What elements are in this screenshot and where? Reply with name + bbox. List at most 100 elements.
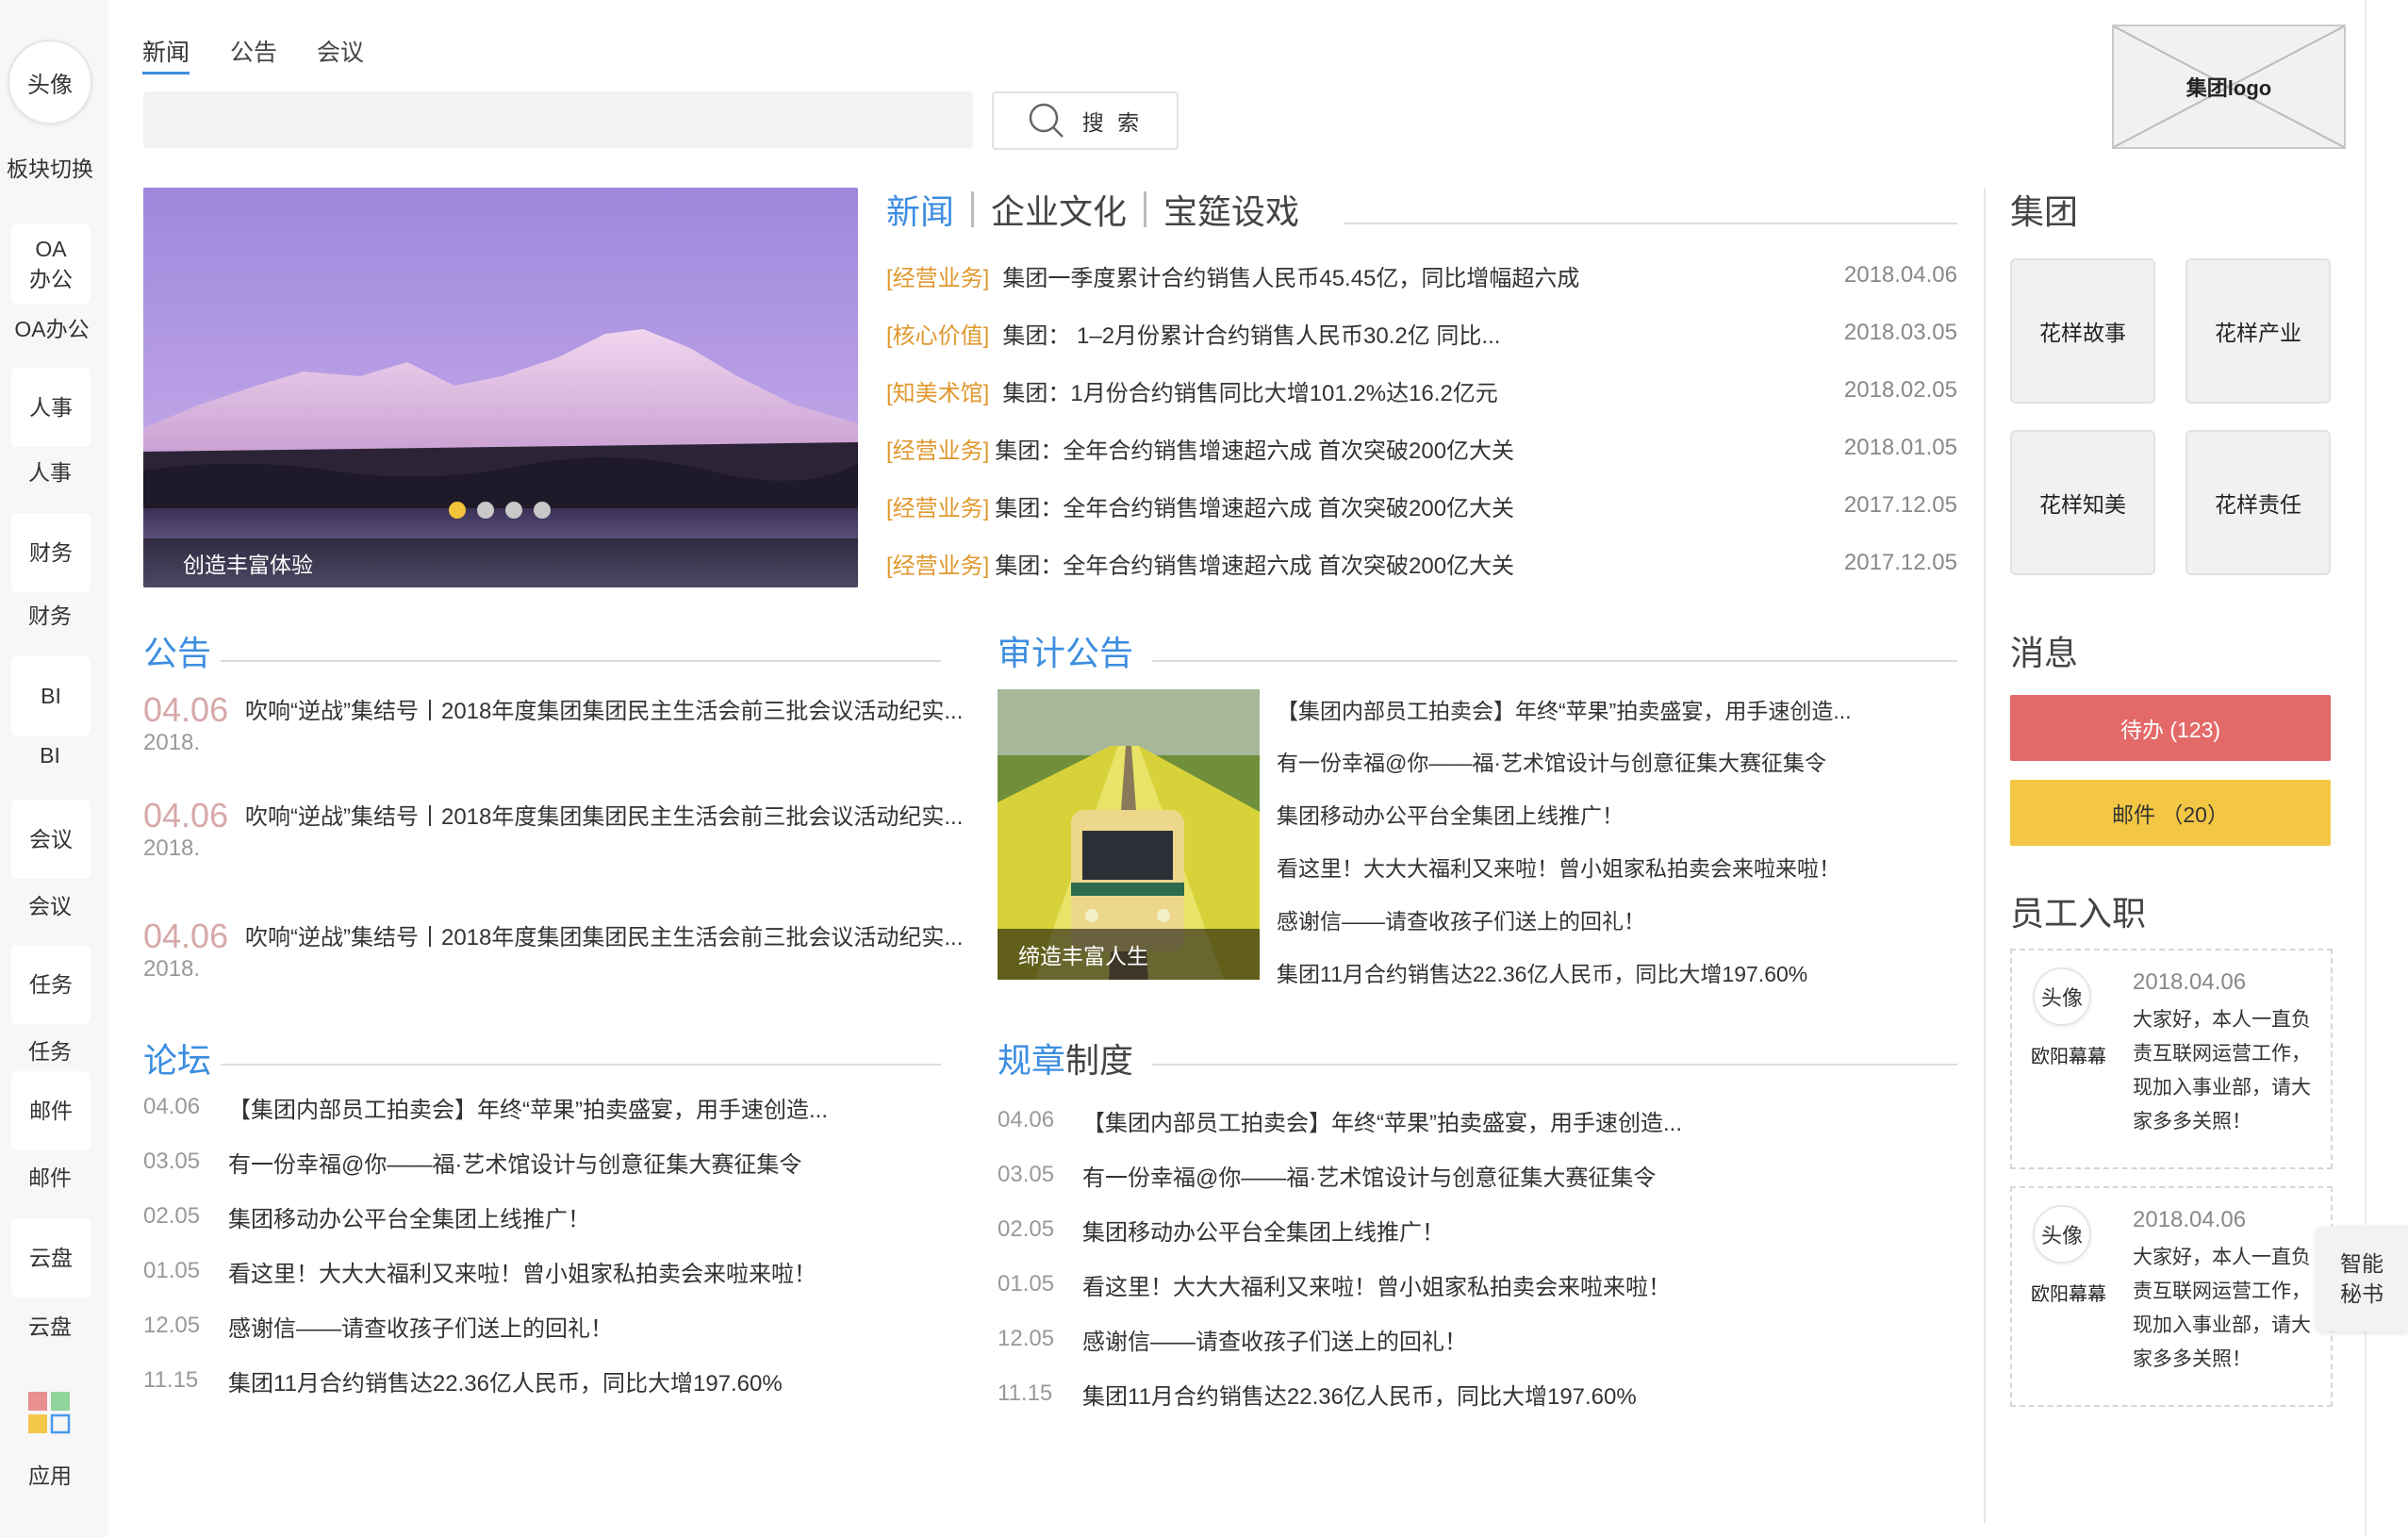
rail-bi-label[interactable]: BI <box>0 743 104 768</box>
news-tab-news[interactable]: 新闻 <box>886 185 954 234</box>
rail-meeting-box[interactable]: 会议 <box>11 800 91 879</box>
carousel-dot-2[interactable] <box>477 502 494 519</box>
search-input[interactable] <box>143 91 973 148</box>
smart-assistant-button[interactable]: 智能秘书 <box>2316 1226 2408 1331</box>
forum-list: 04.06 【集团内部员工拍卖会】年终“苹果”拍卖盛宴，用手速创造... 03.0… <box>143 1088 828 1399</box>
audit-image[interactable]: 缔造丰富人生 <box>998 689 1260 980</box>
employee-card[interactable]: 头像 欧阳幕幕 2018.04.06 大家好，本人一直负责互联网运营工作，现加入… <box>2010 949 2333 1169</box>
carousel-dot-4[interactable] <box>534 502 551 519</box>
rail-task-box[interactable]: 任务 <box>11 945 91 1024</box>
apps-label[interactable]: 应用 <box>0 1458 104 1490</box>
group-logo: 集团logo <box>2112 25 2346 149</box>
search-button-label: 搜 索 <box>1081 110 1144 135</box>
news-row[interactable]: [核心价值] 集团： 1–2月份累计合约销售人民币30.2亿 同比... 201… <box>886 314 1957 352</box>
news-tab-bar: 新闻 企业文化 宝筵设戏 <box>886 185 1299 234</box>
rules-item[interactable]: 02.05 集团移动办公平台全集团上线推广！ <box>998 1211 1682 1248</box>
messages-title: 消息 <box>2010 634 2079 672</box>
news-tab-culture[interactable]: 企业文化 <box>991 185 1127 234</box>
announcement-item[interactable]: 04.06 2018. 吹响“逆战”集结号丨2018年度集团集团民主生活会前三批… <box>143 917 963 1001</box>
news-tag: [经营业务] <box>886 265 990 291</box>
search-button[interactable]: 搜 索 <box>992 91 1179 150</box>
rules-item[interactable]: 03.05 有一份幸福@你——福·艺术馆设计与创意征集大赛征集令 <box>998 1156 1682 1194</box>
search-icon <box>1029 103 1064 138</box>
top-tab-news[interactable]: 新闻 <box>142 34 190 74</box>
rail-oa-box-label: OA办公 <box>29 237 73 291</box>
switch-section-label[interactable]: 板块切换 <box>0 151 104 183</box>
audit-item[interactable]: 感谢信——请查收孩子们送上的回礼！ <box>1277 903 1645 935</box>
rules-item-text: 集团移动办公平台全集团上线推广！ <box>1082 1219 1444 1246</box>
audit-item[interactable]: 看这里！大大大福利又来啦！曾小姐家私拍卖会来啦来啦！ <box>1277 851 1840 883</box>
news-row[interactable]: [知美术馆] 集团：1月份合约销售同比大增101.2%达16.2亿元 2018.… <box>886 372 1957 409</box>
rail-oa-label[interactable]: OA办公 <box>0 311 106 343</box>
audit-item[interactable]: 有一份幸福@你——福·艺术馆设计与创意征集大赛征集令 <box>1277 745 1826 777</box>
announcement-item[interactable]: 04.06 2018. 吹响“逆战”集结号丨2018年度集团集团民主生活会前三批… <box>143 796 963 881</box>
forum-item-text: 有一份幸福@你——福·艺术馆设计与创意征集大赛征集令 <box>228 1151 802 1178</box>
rules-item[interactable]: 01.05 看这里！大大大福利又来啦！曾小姐家私拍卖会来啦来啦！ <box>998 1265 1682 1303</box>
rail-mail-label[interactable]: 邮件 <box>0 1160 104 1192</box>
employee-card[interactable]: 头像 欧阳幕幕 2018.04.06 大家好，本人一直负责互联网运营工作，现加入… <box>2010 1186 2333 1407</box>
forum-item[interactable]: 03.05 有一份幸福@你——福·艺术馆设计与创意征集大赛征集令 <box>143 1143 828 1181</box>
rules-line <box>1152 1064 1957 1066</box>
carousel-caption: 创造丰富体验 <box>143 538 858 587</box>
mail-button[interactable]: 邮件 （20） <box>2010 780 2331 846</box>
forum-item-text: 看这里！大大大福利又来啦！曾小姐家私拍卖会来啦来啦！ <box>228 1261 816 1287</box>
group-button-story[interactable]: 花样故事 <box>2010 258 2155 404</box>
top-tab-announcement[interactable]: 公告 <box>230 34 277 68</box>
announcement-day: 04.06 <box>143 917 229 955</box>
news-row[interactable]: [经营业务] 集团：全年合约销售增速超六成 首次突破200亿大关 2018.01… <box>886 429 1957 467</box>
apps-grid-icon[interactable] <box>28 1392 72 1435</box>
audit-item[interactable]: 集团移动办公平台全集团上线推广！ <box>1277 798 1624 830</box>
carousel-dot-1[interactable] <box>449 502 466 519</box>
tab-divider <box>971 191 975 227</box>
news-carousel[interactable]: 创造丰富体验 <box>143 188 858 587</box>
news-row[interactable]: [经营业务] 集团：全年合约销售增速超六成 首次突破200亿大关 2017.12… <box>886 487 1957 524</box>
rail-task-label[interactable]: 任务 <box>0 1033 104 1066</box>
todo-button[interactable]: 待办 (123) <box>2010 695 2331 761</box>
news-title: 集团：1月份合约销售同比大增101.2%达16.2亿元 <box>1002 380 1498 406</box>
rail-finance-label[interactable]: 财务 <box>0 598 104 630</box>
rules-item[interactable]: 12.05 感谢信——请查收孩子们送上的回礼！ <box>998 1320 1682 1358</box>
rail-cloud-box[interactable]: 云盘 <box>11 1218 91 1297</box>
rail-finance-box[interactable]: 财务 <box>11 513 91 592</box>
news-tag: [经营业务] <box>886 553 990 579</box>
announcement-text: 吹响“逆战”集结号丨2018年度集团集团民主生活会前三批会议活动纪实... <box>245 925 964 950</box>
rules-item-date: 11.15 <box>998 1380 1053 1406</box>
audit-image-caption: 缔造丰富人生 <box>998 929 1260 980</box>
audit-item[interactable]: 【集团内部员工拍卖会】年终“苹果”拍卖盛宴，用手速创造... <box>1277 693 1852 725</box>
rail-meeting-label[interactable]: 会议 <box>0 888 104 920</box>
forum-item[interactable]: 04.06 【集团内部员工拍卖会】年终“苹果”拍卖盛宴，用手速创造... <box>143 1088 828 1126</box>
group-button-beauty[interactable]: 花样知美 <box>2010 430 2155 575</box>
rail-hr-box[interactable]: 人事 <box>11 368 91 447</box>
rail-cloud-label[interactable]: 云盘 <box>0 1309 104 1341</box>
rules-item[interactable]: 11.15 集团11月合约销售达22.36亿人民币，同比大增197.60% <box>998 1375 1682 1413</box>
rail-hr-label[interactable]: 人事 <box>0 454 104 487</box>
forum-item[interactable]: 02.05 集团移动办公平台全集团上线推广！ <box>143 1198 828 1235</box>
announcement-item[interactable]: 04.06 2018. 吹响“逆战”集结号丨2018年度集团集团民主生活会前三批… <box>143 690 963 775</box>
news-title: 集团：全年合约销售增速超六成 首次突破200亿大关 <box>995 553 1515 579</box>
rail-oa-box[interactable]: OA办公 <box>11 224 91 304</box>
news-date: 2018.02.05 <box>1843 377 1957 403</box>
forum-item[interactable]: 01.05 看这里！大大大福利又来啦！曾小姐家私拍卖会来啦来啦！ <box>143 1252 828 1290</box>
new-employees-title: 员工入职 <box>2010 894 2147 933</box>
rail-bi-box[interactable]: BI <box>11 656 91 735</box>
top-tab-meeting[interactable]: 会议 <box>317 34 364 68</box>
rules-item-text: 看这里！大大大福利又来啦！曾小姐家私拍卖会来啦来啦！ <box>1082 1274 1671 1300</box>
forum-item-date: 11.15 <box>143 1367 199 1393</box>
carousel-dot-3[interactable] <box>505 502 522 519</box>
user-avatar[interactable]: 头像 <box>8 40 92 124</box>
rail-mail-box[interactable]: 邮件 <box>11 1071 91 1150</box>
announcement-day: 04.06 <box>143 796 229 835</box>
news-title: 集团：全年合约销售增速超六成 首次突破200亿大关 <box>995 495 1515 521</box>
news-row[interactable]: [经营业务] 集团：全年合约销售增速超六成 首次突破200亿大关 2017.12… <box>886 544 1957 582</box>
forum-item[interactable]: 11.15 集团11月合约销售达22.36亿人民币，同比大增197.60% <box>143 1362 828 1399</box>
rules-item-text: 有一份幸福@你——福·艺术馆设计与创意征集大赛征集令 <box>1082 1165 1657 1191</box>
group-button-industry[interactable]: 花样产业 <box>2185 258 2331 404</box>
group-button-responsibility[interactable]: 花样责任 <box>2185 430 2331 575</box>
news-tab-third[interactable]: 宝筵设戏 <box>1163 185 1299 234</box>
audit-item[interactable]: 集团11月合约销售达22.36亿人民币，同比大增197.60% <box>1277 956 1807 988</box>
rules-item[interactable]: 04.06 【集团内部员工拍卖会】年终“苹果”拍卖盛宴，用手速创造... <box>998 1101 1682 1139</box>
news-row[interactable]: [经营业务] 集团一季度累计合约销售人民币45.45亿，同比增幅超六成 2018… <box>886 256 1957 294</box>
forum-item[interactable]: 12.05 感谢信——请查收孩子们送上的回礼！ <box>143 1307 828 1345</box>
announcement-year: 2018. <box>143 835 201 861</box>
rules-item-date: 04.06 <box>998 1107 1055 1132</box>
